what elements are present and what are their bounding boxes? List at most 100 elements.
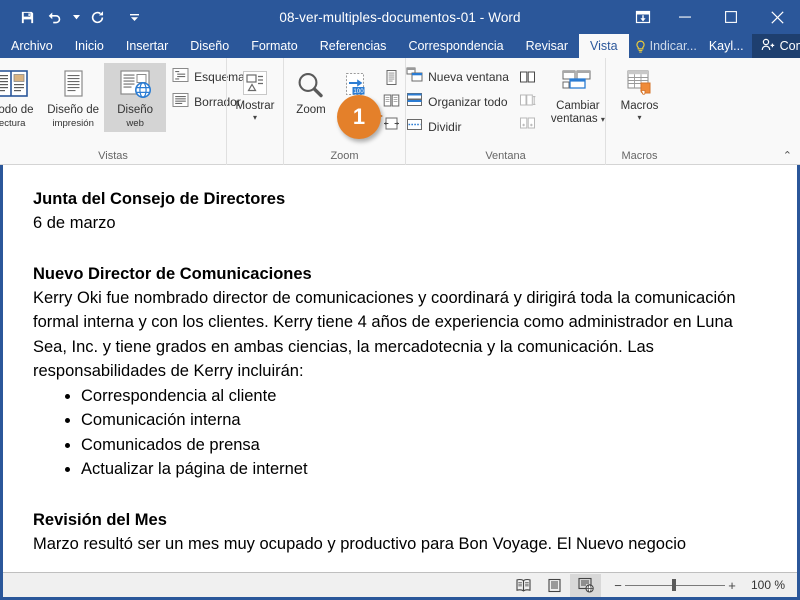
view-shortcut-buttons bbox=[508, 573, 601, 598]
print-layout-label: Diseño de impresión bbox=[47, 104, 100, 129]
list-item: Correspondencia al cliente bbox=[81, 384, 769, 409]
zoom-percent-label[interactable]: 100 % bbox=[739, 578, 789, 592]
new-window-button[interactable]: Nueva ventana bbox=[404, 66, 513, 88]
group-label-zoom: Zoom bbox=[330, 150, 359, 162]
print-layout-icon bbox=[54, 66, 92, 102]
list-item: Actualizar la página de internet bbox=[81, 457, 769, 482]
synchronous-scrolling-icon[interactable] bbox=[517, 90, 539, 111]
print-layout-button[interactable]: Diseño de impresión bbox=[42, 63, 104, 132]
zoom-slider-thumb[interactable] bbox=[672, 579, 676, 591]
tab-archivo[interactable]: Archivo bbox=[0, 34, 64, 58]
arrange-all-button[interactable]: Organizar todo bbox=[404, 91, 513, 113]
list-item: Comunicación interna bbox=[81, 408, 769, 433]
switch-windows-button[interactable]: Cambiar ventanas ▾ bbox=[547, 63, 609, 125]
collapse-ribbon-icon[interactable]: ⌃ bbox=[783, 149, 792, 162]
ribbon-group-mostrar: Mostrar ▾ bbox=[226, 58, 283, 165]
new-window-icon bbox=[406, 67, 423, 87]
split-label: Dividir bbox=[428, 120, 462, 134]
tab-diseno[interactable]: Diseño bbox=[179, 34, 240, 58]
chevron-down-icon[interactable]: ▾ bbox=[253, 113, 257, 123]
doc-heading-1: Junta del Consejo de Directores bbox=[33, 190, 286, 208]
tab-vista[interactable]: Vista bbox=[579, 34, 629, 58]
tab-formato[interactable]: Formato bbox=[240, 34, 309, 58]
outline-icon bbox=[172, 67, 189, 88]
print-layout-view-icon[interactable] bbox=[539, 574, 570, 597]
zoom-slider-track[interactable] bbox=[625, 578, 725, 592]
save-icon[interactable] bbox=[14, 5, 40, 29]
word-window: 08-ver-multiples-documentos-01 - Word Ar… bbox=[0, 0, 800, 600]
reset-window-position-icon[interactable] bbox=[517, 113, 539, 134]
document-page[interactable]: Junta del Consejo de Directores 6 de mar… bbox=[3, 165, 797, 572]
lightbulb-icon bbox=[635, 39, 646, 53]
zoom-in-button[interactable]: + bbox=[725, 578, 739, 593]
group-label-ventana: Ventana bbox=[485, 150, 526, 162]
tab-revisar[interactable]: Revisar bbox=[515, 34, 579, 58]
minimize-icon[interactable] bbox=[662, 0, 708, 34]
zoom-slider[interactable]: − + 100 % bbox=[601, 578, 797, 593]
group-label-vistas: Vistas bbox=[98, 150, 128, 162]
macros-label: Macros bbox=[620, 100, 659, 112]
new-window-label: Nueva ventana bbox=[428, 70, 509, 84]
redo-icon[interactable] bbox=[84, 5, 110, 29]
view-side-by-side-icon[interactable] bbox=[517, 67, 539, 88]
account-name[interactable]: Kayl... bbox=[703, 34, 750, 58]
undo-icon[interactable] bbox=[42, 5, 68, 29]
chevron-down-icon[interactable]: ▾ bbox=[637, 113, 641, 123]
group-label-macros: Macros bbox=[621, 150, 658, 162]
ribbon-tabs: Archivo Inicio Insertar Diseño Formato R… bbox=[0, 34, 800, 58]
zoom-label: Zoom bbox=[296, 104, 326, 116]
doc-paragraph-2: Marzo resultó ser un mes muy ocupado y p… bbox=[33, 534, 687, 553]
share-button[interactable]: Compartir bbox=[751, 34, 800, 58]
tab-referencias[interactable]: Referencias bbox=[309, 34, 398, 58]
tab-insertar[interactable]: Insertar bbox=[115, 34, 179, 58]
show-label: Mostrar bbox=[235, 100, 275, 112]
document-area: Junta del Consejo de Directores 6 de mar… bbox=[0, 165, 800, 572]
doc-bullet-list: Correspondencia al cliente Comunicación … bbox=[33, 384, 769, 482]
web-layout-icon bbox=[116, 66, 154, 102]
read-mode-view-icon[interactable] bbox=[508, 574, 539, 597]
arrange-all-label: Organizar todo bbox=[428, 95, 508, 109]
ribbon: Modo de lectura Diseño de impresión bbox=[0, 58, 800, 165]
split-button[interactable]: Dividir bbox=[404, 116, 513, 138]
read-mode-label: Modo de lectura bbox=[0, 104, 34, 129]
ribbon-group-ventana: Nueva ventana Organizar todo Dividir Cam… bbox=[405, 58, 605, 165]
macros-icon bbox=[623, 66, 657, 100]
ribbon-display-options-icon[interactable] bbox=[624, 0, 662, 34]
status-bar: − + 100 % bbox=[3, 572, 797, 597]
show-menu-button[interactable]: Mostrar ▾ bbox=[227, 63, 283, 123]
tab-inicio[interactable]: Inicio bbox=[64, 34, 115, 58]
undo-dropdown-icon[interactable] bbox=[70, 5, 82, 29]
switch-windows-label: Cambiar ventanas ▾ bbox=[550, 100, 605, 125]
list-item: Comunicados de prensa bbox=[81, 433, 769, 458]
doc-heading-3: Revisión del Mes bbox=[33, 510, 167, 529]
tab-correspondencia[interactable]: Correspondencia bbox=[397, 34, 514, 58]
web-layout-label: Diseño web bbox=[117, 104, 154, 129]
read-mode-icon bbox=[0, 66, 30, 102]
doc-date: 6 de marzo bbox=[33, 214, 116, 232]
doc-spacer bbox=[33, 482, 769, 508]
ribbon-group-vistas: Modo de lectura Diseño de impresión bbox=[0, 58, 245, 165]
zoom-button[interactable]: Zoom bbox=[288, 63, 334, 119]
customize-quick-access-toolbar-icon[interactable] bbox=[128, 5, 140, 29]
switch-windows-icon bbox=[561, 66, 595, 100]
web-layout-view-icon[interactable] bbox=[570, 573, 601, 597]
doc-spacer bbox=[33, 236, 769, 262]
group-label-mostrar bbox=[227, 148, 283, 165]
close-icon[interactable] bbox=[754, 0, 800, 34]
callout-number: 1 bbox=[337, 95, 381, 139]
switch-windows-label-line2: ventanas ▾ bbox=[550, 113, 605, 125]
draft-icon bbox=[172, 92, 189, 113]
zoom-out-button[interactable]: − bbox=[611, 578, 625, 593]
tell-me-search[interactable]: Indicar... bbox=[629, 34, 703, 58]
split-icon bbox=[406, 117, 423, 137]
svg-text:100: 100 bbox=[353, 88, 364, 95]
read-mode-button[interactable]: Modo de lectura bbox=[0, 63, 42, 132]
ribbon-group-macros: Macros ▾ Macros bbox=[605, 58, 673, 165]
step-callout-1: 1 bbox=[337, 95, 383, 139]
zoom-icon bbox=[295, 66, 327, 102]
web-layout-button[interactable]: Diseño web bbox=[104, 63, 167, 132]
macros-menu-button[interactable]: Macros ▾ bbox=[612, 63, 668, 123]
share-person-icon bbox=[761, 38, 775, 54]
doc-heading-2: Nuevo Director de Comunicaciones bbox=[33, 264, 312, 283]
maximize-icon[interactable] bbox=[708, 0, 754, 34]
